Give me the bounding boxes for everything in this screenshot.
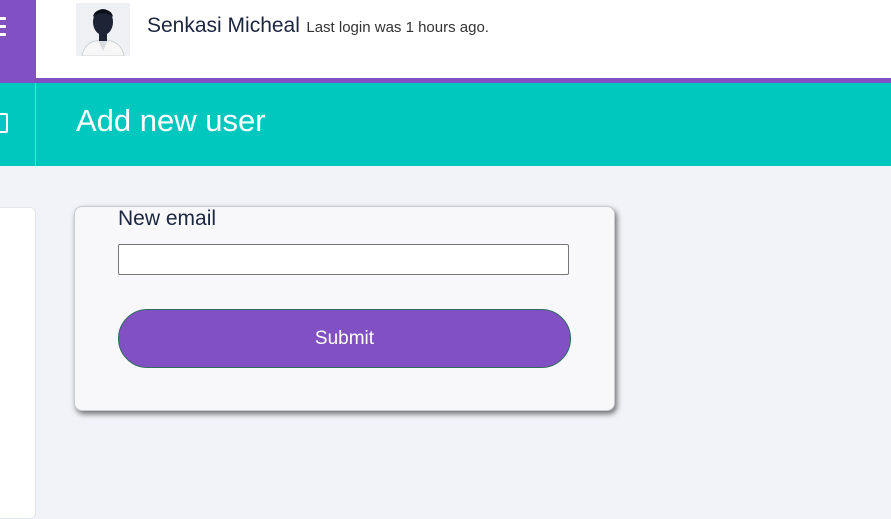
sidebar-panel [0, 207, 36, 519]
email-field[interactable] [118, 244, 569, 275]
email-label: New email [118, 207, 217, 230]
hamburger-menu-icon [0, 17, 6, 37]
add-user-form-card: New email Submit [74, 206, 615, 411]
user-info: Senkasi Micheal Last login was 1 hours a… [147, 14, 489, 38]
top-header: Senkasi Micheal Last login was 1 hours a… [0, 0, 891, 78]
page-title: Add new user [76, 103, 266, 138]
avatar [76, 3, 130, 56]
last-login-text: Last login was 1 hours ago. [306, 19, 489, 36]
user-name: Senkasi Micheal [147, 14, 300, 37]
title-divider [35, 83, 36, 166]
title-bar: Add new user [0, 83, 891, 166]
submit-button[interactable]: Submit [118, 309, 571, 368]
user-photo [76, 3, 130, 56]
menu-toggle-button[interactable] [0, 0, 36, 78]
sidebar-toggle-icon[interactable] [0, 113, 8, 133]
